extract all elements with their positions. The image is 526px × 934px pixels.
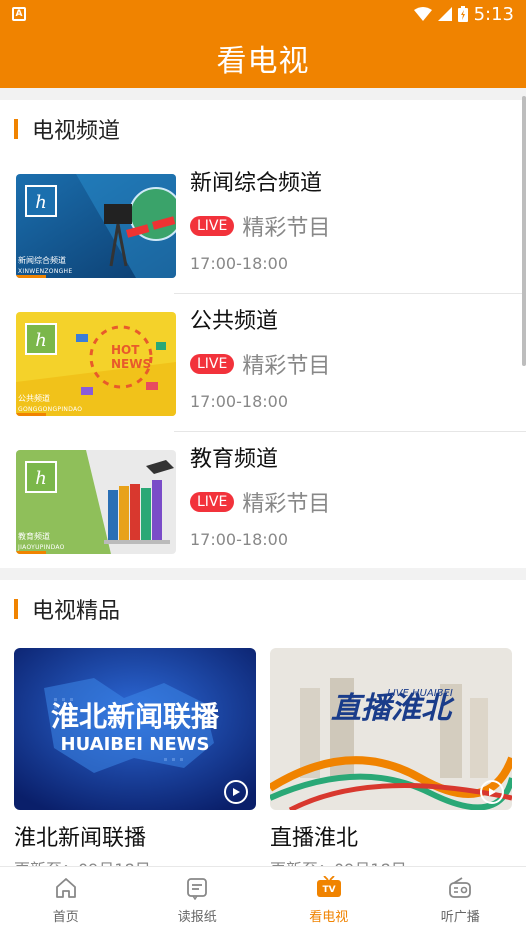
channel-item-news[interactable]: h 新闻综合频道 XINWENZONGHE 新闻综合频道 LIVE 精彩节目 1… — [16, 162, 510, 278]
poster-title-text: 淮北新闻联播 — [51, 700, 220, 733]
page-title: 看电视 — [216, 44, 310, 79]
video-title: 淮北新闻联播 — [14, 826, 147, 851]
quality-section-header: 电视精品 — [0, 580, 526, 638]
channel-thumbnail: h 新闻综合频道 XINWENZONGHE — [16, 174, 176, 278]
live-badge: LIVE — [190, 354, 235, 374]
channel-thumbnail: h 教育频道 JIAOYUPINDAO — [16, 450, 176, 554]
tab-newspaper[interactable]: 读报纸 — [132, 867, 264, 934]
channel-info: 教育频道 LIVE 精彩节目 17:00-18:00 — [190, 444, 330, 549]
poster-sub-text: HUAIBEI NEWS — [61, 734, 210, 755]
svg-text:h: h — [35, 330, 47, 351]
program-name: 精彩节目 — [242, 354, 331, 379]
video-card-live-huaibei[interactable]: 直播淮北 LIVE HUAIBEI 直播淮北 更新至：09月18日 — [270, 648, 512, 870]
svg-text:HOT: HOT — [111, 343, 140, 357]
channels-section-title: 电视频道 — [32, 119, 121, 144]
tab-radio[interactable]: 听广播 — [395, 867, 526, 934]
quality-section-title: 电视精品 — [32, 599, 121, 624]
channels-section: 电视频道 h 新闻综合频道 XINWENZONGHE 新闻综合频道 LIVE 精… — [0, 100, 526, 568]
program-time: 17:00-18:00 — [190, 254, 288, 273]
channels-section-header: 电视频道 — [0, 100, 526, 158]
tv-icon: TV — [316, 876, 341, 897]
thumb-title: 教育频道 — [18, 532, 50, 541]
tab-label: 看电视 — [309, 910, 349, 925]
live-badge: LIVE — [190, 216, 235, 236]
video-title: 直播淮北 — [270, 826, 359, 851]
channel-item-education[interactable]: h 教育频道 JIAOYUPINDAO 教育频道 LIVE 精彩节目 17:00… — [16, 438, 510, 554]
thumb-accent — [16, 275, 46, 278]
thumb-title: 公共频道 — [18, 394, 50, 403]
home-icon — [55, 878, 76, 898]
live-row: LIVE 精彩节目 — [190, 348, 330, 380]
channel-thumbnail: HOT NEWS h 公共频道 GONGGONGPINDAO — [16, 312, 176, 416]
tab-home[interactable]: 首页 — [0, 867, 132, 934]
video-poster: 直播淮北 LIVE HUAIBEI — [270, 648, 512, 810]
app-header: 看电视 — [0, 28, 526, 88]
channel-info: 公共频道 LIVE 精彩节目 17:00-18:00 — [190, 306, 330, 411]
play-icon[interactable] — [224, 780, 248, 804]
tab-tv[interactable]: TV 看电视 — [263, 867, 395, 934]
video-poster: 淮北新闻联播 HUAIBEI NEWS — [14, 648, 256, 810]
status-time: 5:13 — [473, 3, 514, 25]
play-icon[interactable] — [480, 780, 504, 804]
thumb-accent — [16, 413, 46, 416]
quality-section: 电视精品 淮北新闻联播 HUAIBEI NEWS 淮北新闻联播 更新至：09月1… — [0, 580, 526, 870]
thumb-accent — [16, 551, 46, 554]
newspaper-icon — [187, 878, 208, 900]
divider — [174, 293, 526, 294]
section-accent-bar — [14, 599, 18, 619]
svg-text:NEWS: NEWS — [111, 357, 151, 371]
scrollbar[interactable] — [522, 96, 526, 366]
poster-sub-text: LIVE HUAIBEI — [387, 688, 453, 699]
svg-text:h: h — [35, 192, 47, 213]
video-card-huaibei-news[interactable]: 淮北新闻联播 HUAIBEI NEWS 淮北新闻联播 更新至：09月18日 — [14, 648, 256, 870]
notification-letter: A — [15, 9, 23, 19]
channel-item-public[interactable]: HOT NEWS h 公共频道 GONGGONGPINDAO 公共频道 LIVE… — [16, 300, 510, 416]
thumb-subtitle: JIAOYUPINDAO — [18, 544, 65, 551]
channel-name: 教育频道 — [190, 447, 279, 472]
battery-icon — [457, 6, 468, 22]
live-badge: LIVE — [190, 492, 235, 512]
signal-icon — [437, 7, 452, 21]
program-time: 17:00-18:00 — [190, 392, 288, 411]
program-name: 精彩节目 — [242, 216, 331, 241]
live-row: LIVE 精彩节目 — [190, 486, 330, 518]
tab-label: 读报纸 — [177, 910, 217, 925]
thumb-title: 新闻综合频道 — [18, 256, 66, 265]
program-name: 精彩节目 — [242, 492, 331, 517]
tab-label: 首页 — [52, 910, 79, 925]
section-accent-bar — [14, 119, 18, 139]
bottom-tab-bar: 首页 读报纸 TV 看电视 听广播 — [0, 866, 526, 934]
radio-icon — [449, 877, 472, 898]
thumb-subtitle: GONGGONGPINDAO — [18, 406, 83, 413]
program-time: 17:00-18:00 — [190, 530, 288, 549]
divider — [174, 431, 526, 432]
live-row: LIVE 精彩节目 — [190, 210, 330, 242]
wifi-icon — [413, 7, 432, 21]
svg-text:TV: TV — [322, 885, 335, 895]
channel-name: 公共频道 — [190, 309, 279, 334]
thumb-subtitle: XINWENZONGHE — [18, 268, 73, 275]
channel-info: 新闻综合频道 LIVE 精彩节目 17:00-18:00 — [190, 168, 330, 273]
tab-label: 听广播 — [440, 910, 480, 925]
svg-text:h: h — [35, 468, 47, 489]
channel-name: 新闻综合频道 — [190, 171, 323, 196]
status-bar: A 5:13 — [0, 0, 526, 28]
notification-icon: A — [12, 7, 26, 21]
